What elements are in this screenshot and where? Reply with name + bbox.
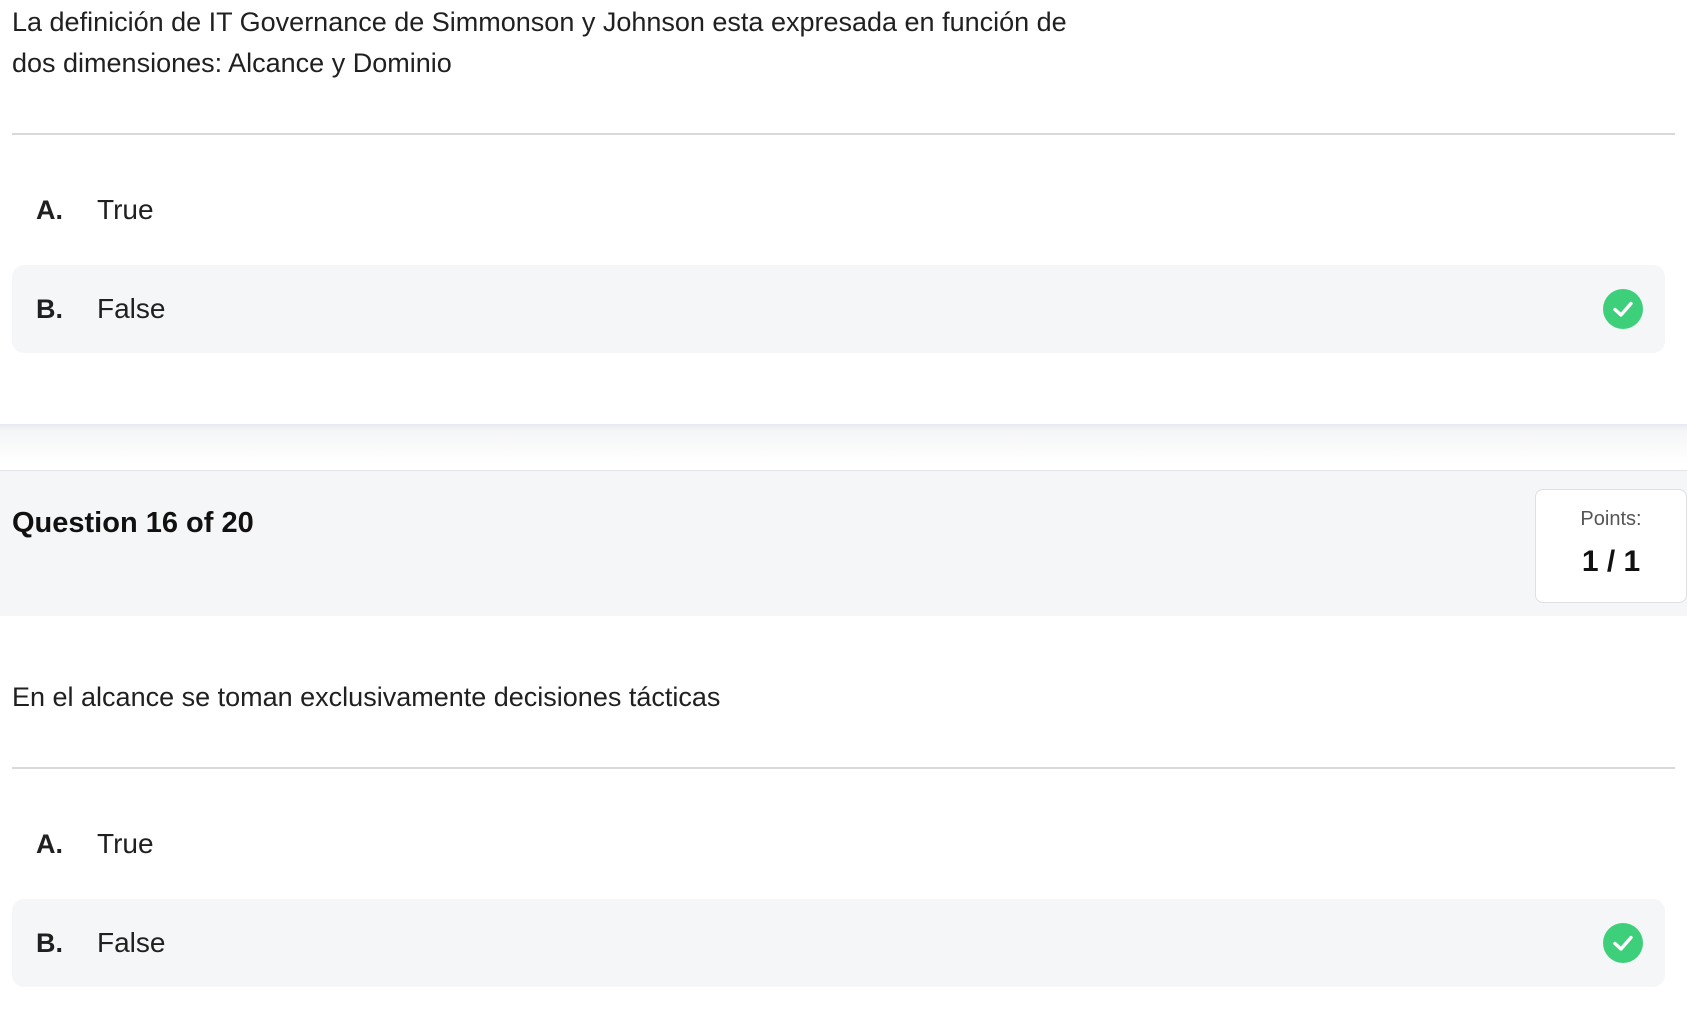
option-b[interactable]: B. False — [12, 265, 1665, 353]
points-label: Points: — [1580, 508, 1642, 530]
option-label: True — [97, 194, 154, 225]
option-a[interactable]: A. True — [12, 800, 1665, 888]
option-label: True — [97, 828, 154, 859]
option-letter: A. — [36, 828, 63, 859]
question-text: La definición de IT Governance de Simmon… — [12, 7, 1067, 78]
option-letter: B. — [36, 293, 63, 324]
divider — [12, 133, 1675, 135]
option-letter: A. — [36, 194, 63, 225]
option-b[interactable]: B. False — [12, 899, 1665, 987]
check-circle-icon — [1603, 289, 1643, 329]
points-box: Points: 1 / 1 — [1535, 489, 1687, 603]
question-header: Question 16 of 20 Points: 1 / 1 — [0, 471, 1687, 616]
option-label: False — [97, 293, 166, 324]
option-label: False — [97, 927, 166, 958]
points-value: 1 / 1 — [1581, 545, 1641, 578]
option-letter: B. — [36, 927, 63, 958]
card-separator — [0, 424, 1687, 472]
option-a[interactable]: A. True — [12, 166, 1665, 254]
check-circle-icon — [1603, 923, 1643, 963]
divider — [12, 767, 1675, 769]
question-title: Question 16 of 20 — [12, 507, 254, 539]
question-text: En el alcance se toman exclusivamente de… — [12, 682, 721, 712]
